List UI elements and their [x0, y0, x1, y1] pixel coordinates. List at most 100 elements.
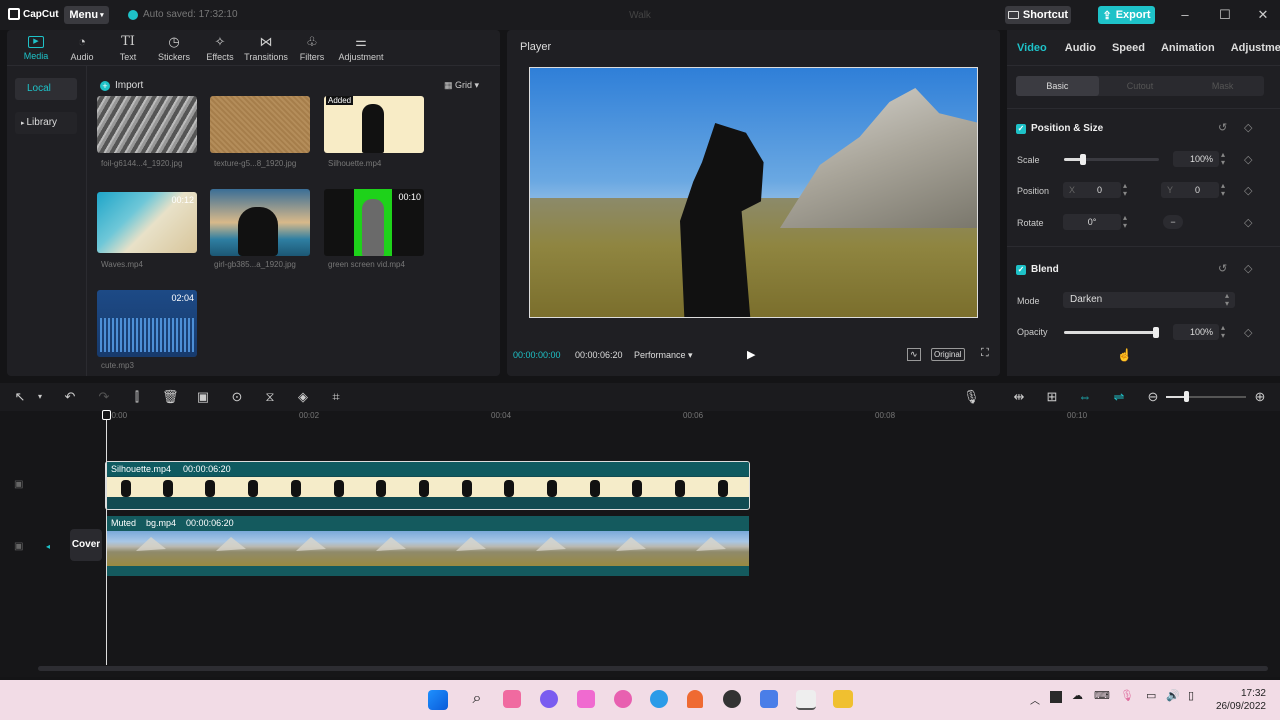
- app-icon[interactable]: [503, 690, 521, 708]
- chevron-down-icon[interactable]: ▾: [32, 392, 48, 401]
- tab-adjustment[interactable]: ⚌ Adjustment: [335, 30, 387, 66]
- tab-stickers[interactable]: ◷ Stickers: [151, 30, 197, 66]
- zoom-slider-handle[interactable]: [1184, 391, 1189, 402]
- tab-text[interactable]: TI Text: [105, 30, 151, 66]
- keyframe-icon[interactable]: ◇: [1244, 326, 1252, 339]
- stepper-icon[interactable]: ▴ ▾: [1123, 182, 1127, 198]
- grid-view-button[interactable]: ▦ Grid ▾: [444, 80, 479, 91]
- keyframe-icon[interactable]: ◇: [1244, 121, 1252, 134]
- checkbox-icon[interactable]: ✓: [1016, 264, 1026, 275]
- split-icon[interactable]: ⫿: [129, 389, 145, 405]
- snap-icon[interactable]: ⊞: [1044, 389, 1060, 405]
- undo-icon[interactable]: ↶: [62, 389, 78, 405]
- playhead-handle[interactable]: [102, 410, 111, 420]
- maximize-button[interactable]: ☐: [1215, 6, 1235, 24]
- media-thumbnail[interactable]: [210, 189, 310, 256]
- cover-button[interactable]: Cover: [70, 529, 102, 561]
- tab-audio[interactable]: ◔ Audio: [59, 30, 105, 66]
- tab-effects[interactable]: ✧ Effects: [197, 30, 243, 66]
- opacity-slider[interactable]: [1064, 327, 1159, 338]
- keyframe-icon[interactable]: ◇: [1244, 184, 1252, 197]
- stepper-icon[interactable]: ▴ ▾: [1225, 292, 1229, 308]
- play-button[interactable]: ▶: [747, 348, 755, 361]
- performance-dropdown[interactable]: Performance ▾: [634, 350, 693, 361]
- zoom-slider[interactable]: [1166, 391, 1246, 402]
- keyframe-icon[interactable]: ◇: [1244, 153, 1252, 166]
- media-thumbnail[interactable]: Added: [324, 96, 424, 153]
- keyframe-icon[interactable]: ◇: [1244, 262, 1252, 275]
- waveform-toggle-icon[interactable]: ∿: [907, 348, 921, 361]
- shortcut-button[interactable]: Shortcut: [1005, 6, 1071, 24]
- maps-icon[interactable]: [687, 690, 703, 708]
- preview-axis-icon[interactable]: ⇌: [1111, 389, 1127, 405]
- chevron-up-icon[interactable]: ︿: [1030, 692, 1040, 707]
- minimize-button[interactable]: –: [1175, 6, 1195, 24]
- menu-button[interactable]: Menu ▾: [64, 6, 109, 24]
- tab-speed[interactable]: Speed: [1104, 30, 1153, 66]
- background-clip[interactable]: Muted bg.mp4 00:00:06:20: [106, 516, 749, 576]
- docs-icon[interactable]: [760, 690, 778, 708]
- original-ratio-button[interactable]: Original: [931, 348, 965, 361]
- fullscreen-icon[interactable]: ⛶: [981, 347, 989, 360]
- rotate-button[interactable]: −: [1163, 215, 1183, 229]
- opacity-slider-handle[interactable]: [1153, 327, 1159, 338]
- import-button[interactable]: + Import: [100, 80, 143, 91]
- silhouette-clip[interactable]: Silhouette.mp4 00:00:06:20: [105, 461, 750, 510]
- battery-icon[interactable]: ▯: [1188, 689, 1194, 702]
- media-thumbnail[interactable]: [97, 96, 197, 153]
- illustrator-icon[interactable]: [577, 690, 595, 708]
- reverse-icon[interactable]: ⊙: [229, 389, 245, 405]
- reset-icon[interactable]: ↺: [1218, 262, 1227, 275]
- playhead[interactable]: [106, 411, 107, 665]
- tab-audio[interactable]: Audio: [1057, 30, 1104, 66]
- crop-icon[interactable]: ⌗: [328, 389, 344, 405]
- position-x-input[interactable]: X0: [1063, 182, 1121, 198]
- scale-slider[interactable]: [1064, 154, 1159, 165]
- redo-icon[interactable]: ↷: [96, 389, 112, 405]
- auto-snap-icon[interactable]: ⇔: [1077, 389, 1093, 404]
- zoom-in-icon[interactable]: ⊕: [1252, 389, 1268, 405]
- scale-slider-handle[interactable]: [1080, 154, 1086, 165]
- opacity-input[interactable]: 100%: [1173, 324, 1219, 340]
- tab-video[interactable]: Video: [1007, 30, 1057, 66]
- tab-adjustment[interactable]: Adjustment: [1223, 30, 1280, 66]
- keyboard-icon[interactable]: ⌨: [1094, 689, 1110, 702]
- video-preview[interactable]: [529, 67, 978, 318]
- audio-muted-icon[interactable]: ◂: [46, 542, 50, 551]
- subtab-basic[interactable]: Basic: [1016, 76, 1099, 96]
- track-video-icon[interactable]: ▣: [14, 541, 23, 552]
- microphone-icon[interactable]: 🎙: [963, 389, 980, 405]
- app-icon[interactable]: [614, 690, 632, 708]
- scale-input[interactable]: 100%: [1173, 151, 1219, 167]
- cloud-icon[interactable]: ☁: [1072, 689, 1083, 702]
- obs-icon[interactable]: [723, 690, 741, 708]
- delete-icon[interactable]: 🗑: [162, 389, 179, 405]
- windows-start-icon[interactable]: [428, 690, 448, 710]
- link-icon[interactable]: ⇹: [1011, 389, 1027, 405]
- stepper-icon[interactable]: ▴ ▾: [1221, 324, 1225, 340]
- stepper-icon[interactable]: ▴ ▾: [1221, 182, 1225, 198]
- discord-icon[interactable]: [540, 690, 558, 708]
- time-ruler[interactable]: 00:00 00:02 00:04 00:06 00:08 00:10: [105, 411, 1280, 423]
- media-thumbnail[interactable]: 00:10: [324, 189, 424, 256]
- freeze-icon[interactable]: ▣: [195, 389, 211, 405]
- search-icon[interactable]: ⌕: [466, 690, 488, 712]
- subtab-mask[interactable]: Mask: [1181, 76, 1264, 96]
- tab-animation[interactable]: Animation: [1153, 30, 1223, 66]
- tab-transitions[interactable]: ⋈ Transitions: [243, 30, 289, 66]
- position-y-input[interactable]: Y0: [1161, 182, 1219, 198]
- stepper-icon[interactable]: ▴ ▾: [1221, 151, 1225, 167]
- nvidia-icon[interactable]: [1050, 691, 1062, 703]
- rotate-icon[interactable]: ◈: [295, 389, 311, 405]
- tab-filters[interactable]: ♧ Filters: [289, 30, 335, 66]
- zoom-out-icon[interactable]: ⊖: [1145, 389, 1161, 405]
- select-cursor-icon[interactable]: ↖: [12, 389, 28, 405]
- network-icon[interactable]: ▭: [1146, 689, 1156, 702]
- export-button[interactable]: ⇪ Export: [1098, 6, 1155, 24]
- mirror-icon[interactable]: ⧖: [262, 389, 278, 405]
- track-video-icon[interactable]: ▣: [14, 479, 23, 490]
- volume-icon[interactable]: 🔊: [1166, 689, 1180, 702]
- sidebar-item-local[interactable]: Local: [15, 78, 77, 100]
- sidebar-item-library[interactable]: ▸ Library: [15, 112, 77, 134]
- file-explorer-icon[interactable]: [833, 690, 853, 708]
